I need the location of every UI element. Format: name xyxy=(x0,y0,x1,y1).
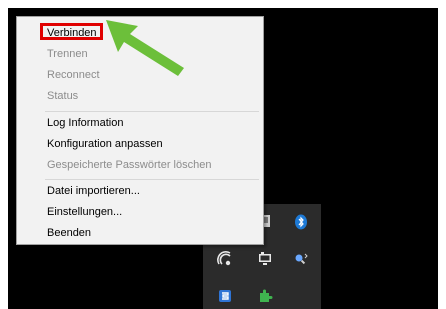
menu-item-einstellungen[interactable]: Einstellungen... xyxy=(47,203,122,221)
menu-separator xyxy=(45,111,259,112)
menu-separator xyxy=(45,179,259,180)
shield-icon[interactable] xyxy=(217,288,233,304)
menu-item-passwoerter-loeschen: Gespeicherte Passwörter löschen xyxy=(47,159,212,171)
menu-item-datei-importieren[interactable]: Datei importieren... xyxy=(47,182,140,200)
menu-item-beenden[interactable]: Beenden xyxy=(47,224,91,242)
magnifier-icon[interactable] xyxy=(293,251,309,267)
network-computer-icon[interactable] xyxy=(257,251,273,267)
menu-item-konfiguration-anpassen[interactable]: Konfiguration anpassen xyxy=(47,135,163,153)
wireless-display-icon[interactable] xyxy=(217,251,233,267)
bluetooth-icon[interactable] xyxy=(293,214,309,230)
puzzle-icon[interactable] xyxy=(257,288,273,304)
menu-item-log-information[interactable]: Log Information xyxy=(47,114,123,132)
menu-item-status: Status xyxy=(47,90,79,102)
highlight-box xyxy=(40,23,103,40)
menu-item-trennen: Trennen xyxy=(47,48,88,60)
screenshot-stage: Verbinden Trennen Reconnect Status Log I… xyxy=(0,0,446,309)
menu-item-reconnect: Reconnect xyxy=(47,69,100,81)
annotation-arrow-icon xyxy=(106,20,184,76)
